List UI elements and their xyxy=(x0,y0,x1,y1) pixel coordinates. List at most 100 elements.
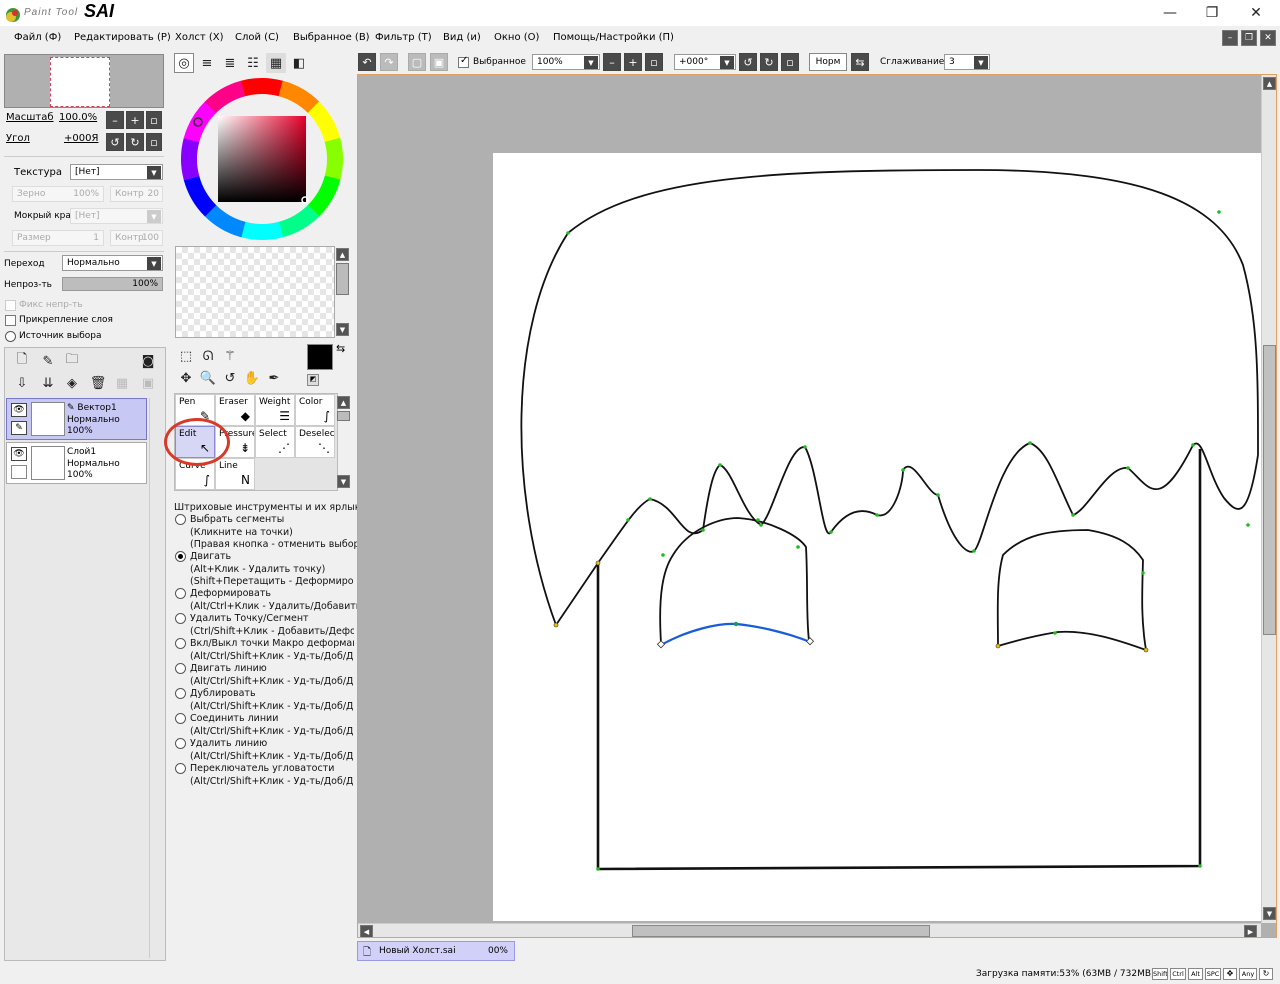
rotate-right-button[interactable]: ↻ xyxy=(126,133,144,151)
lasso-icon[interactable]: ᘏ xyxy=(198,346,218,366)
color-table-tab[interactable]: ☷ xyxy=(243,53,263,73)
zoom-reset-button[interactable]: ▫ xyxy=(645,53,663,71)
color-wheel[interactable] xyxy=(178,76,348,242)
swatch-area[interactable] xyxy=(175,246,335,338)
texture-select[interactable]: [Нет] ▼ xyxy=(70,164,163,180)
menu-help[interactable]: Помощь/Настройки (П) xyxy=(553,32,674,43)
merge-down-icon[interactable]: ⇊ xyxy=(38,373,58,393)
maximize-button[interactable]: ❐ xyxy=(1190,0,1234,26)
new-folder-icon[interactable]: 🗀 xyxy=(62,351,82,371)
layer-mask-icon[interactable]: ◙ xyxy=(138,351,158,371)
swatch-scrollbar-thumb[interactable] xyxy=(336,263,349,295)
scroll-down-icon[interactable]: ▼ xyxy=(1263,907,1276,920)
clear-layer-icon[interactable]: ◈ xyxy=(62,373,82,393)
radio-duplicate[interactable] xyxy=(175,688,186,699)
rect-select-icon[interactable]: ⬚ xyxy=(176,346,196,366)
scroll-right-icon[interactable]: ▶ xyxy=(1244,925,1257,937)
tool-scrollbar-thumb[interactable] xyxy=(337,411,350,421)
transparent-color-icon[interactable]: ◩ xyxy=(307,374,319,386)
mdi-restore-button[interactable]: ❐ xyxy=(1241,30,1257,46)
rotate-reset-button[interactable]: ▫ xyxy=(781,53,799,71)
new-layer-icon[interactable]: 🗋 xyxy=(12,351,32,371)
tool-eraser[interactable]: Eraser ◆ xyxy=(215,394,255,426)
tool-color[interactable]: Color ∫ xyxy=(295,394,335,426)
swatches-tab[interactable]: ▦ xyxy=(266,53,286,73)
blend-mode-select[interactable]: Нормально ▼ xyxy=(62,255,163,271)
delete-layer-icon[interactable]: 🗑 xyxy=(88,373,108,393)
scroll-up-icon[interactable]: ▲ xyxy=(337,396,350,409)
hand-icon[interactable]: ✋ xyxy=(242,368,262,388)
vector-drawing[interactable] xyxy=(358,75,1277,938)
radio-delete-point[interactable] xyxy=(175,613,186,624)
radio-move[interactable] xyxy=(175,551,186,562)
clip-layer-checkbox[interactable] xyxy=(5,315,16,326)
view-mode-button[interactable]: Норм xyxy=(809,53,847,71)
rotate-left-button[interactable]: ↺ xyxy=(106,133,124,151)
fix-opacity-checkbox[interactable] xyxy=(5,300,16,311)
rotate-left-button[interactable]: ↺ xyxy=(739,53,757,71)
tool-deselect[interactable]: Deselect ⋱ xyxy=(295,426,335,458)
scroll-up-icon[interactable]: ▲ xyxy=(1263,77,1276,90)
hsv-slider-tab[interactable]: ≣ xyxy=(220,53,240,73)
zoom-in-button[interactable]: + xyxy=(126,111,144,129)
scroll-left-icon[interactable]: ◀ xyxy=(360,925,373,937)
eye-icon[interactable]: 👁 xyxy=(11,447,27,461)
minimize-button[interactable]: — xyxy=(1148,0,1192,26)
deselect-button[interactable]: ▢ xyxy=(408,53,426,71)
layer-mark[interactable] xyxy=(11,465,27,479)
rotate-icon[interactable]: ↺ xyxy=(220,368,240,388)
tool-weight[interactable]: Weight ☰ xyxy=(255,394,295,426)
canvas-vscrollbar[interactable]: ▲ ▼ xyxy=(1261,75,1276,923)
zoom-out-button[interactable]: – xyxy=(603,53,621,71)
zoom-in-button[interactable]: + xyxy=(624,53,642,71)
radio-toggle-corner[interactable] xyxy=(175,763,186,774)
radio-delete-line[interactable] xyxy=(175,738,186,749)
menu-layer[interactable]: Слой (С) xyxy=(235,32,279,43)
hscroll-thumb[interactable] xyxy=(632,925,930,937)
menu-view[interactable]: Вид (и) xyxy=(443,32,481,43)
menu-selection[interactable]: Выбранное (В) xyxy=(293,32,370,43)
zoom-value[interactable]: 100.0% xyxy=(59,112,97,123)
canvas-viewport[interactable]: ▲ ▼ ◀ ▶ xyxy=(357,74,1277,938)
layer-item-vector1[interactable]: 👁 ✎ ✎ Вектор1 Нормально 100% xyxy=(6,398,147,440)
document-tab[interactable]: 🗋 Новый Холст.sai 00% xyxy=(357,941,515,961)
radio-select-segments[interactable] xyxy=(175,514,186,525)
menu-window[interactable]: Окно (О) xyxy=(494,32,539,43)
zoom-select[interactable]: 100% ▼ xyxy=(532,54,600,70)
move-icon[interactable]: ✥ xyxy=(176,368,196,388)
menu-edit[interactable]: Редактировать (Р) xyxy=(74,32,171,43)
selection-checkbox[interactable]: ✓ xyxy=(458,55,469,68)
navigator-preview[interactable] xyxy=(4,54,164,108)
tool-line[interactable]: Line N xyxy=(215,458,255,490)
rgb-slider-tab[interactable]: ≡ xyxy=(197,53,217,73)
magic-wand-icon[interactable]: ⚚ xyxy=(220,346,240,366)
canvas-hscrollbar[interactable]: ◀ ▶ xyxy=(358,923,1261,937)
zoom-reset-button[interactable]: ▫ xyxy=(146,111,162,129)
transfer-down-icon[interactable]: ⇩ xyxy=(12,373,32,393)
radio-move-line[interactable] xyxy=(175,663,186,674)
color-wheel-tab[interactable]: ◎ xyxy=(174,53,194,73)
menu-filter[interactable]: Фильтр (Т) xyxy=(375,32,432,43)
close-button[interactable]: ✕ xyxy=(1234,0,1278,26)
layer-item-layer1[interactable]: 👁 Слой1 Нормально 100% xyxy=(6,442,147,484)
redo-button[interactable]: ↷ xyxy=(380,53,398,71)
new-vector-layer-icon[interactable]: ✎ xyxy=(38,351,58,371)
scroll-up-icon[interactable]: ▲ xyxy=(336,248,349,261)
selection-source-radio[interactable] xyxy=(5,331,16,342)
radio-macro-deform[interactable] xyxy=(175,638,186,649)
angle-value[interactable]: +000Я xyxy=(64,133,98,144)
navigator-viewport[interactable] xyxy=(50,57,110,107)
rotate-reset-button[interactable]: ▫ xyxy=(146,133,162,151)
angle-select[interactable]: +000° ▼ xyxy=(674,54,736,70)
opacity-slider[interactable]: 100% xyxy=(62,277,163,291)
menu-file[interactable]: Файл (Ф) xyxy=(14,32,61,43)
zoom-icon[interactable]: 🔍 xyxy=(198,368,218,388)
undo-button[interactable]: ↶ xyxy=(358,53,376,71)
primary-color-swatch[interactable] xyxy=(307,344,333,370)
scratchpad-tab[interactable]: ◧ xyxy=(289,53,309,73)
radio-deform[interactable] xyxy=(175,588,186,599)
zoom-out-button[interactable]: – xyxy=(106,111,124,129)
tool-select[interactable]: Select ⋰ xyxy=(255,426,295,458)
radio-join-lines[interactable] xyxy=(175,713,186,724)
swap-colors-icon[interactable]: ⇆ xyxy=(336,342,345,355)
